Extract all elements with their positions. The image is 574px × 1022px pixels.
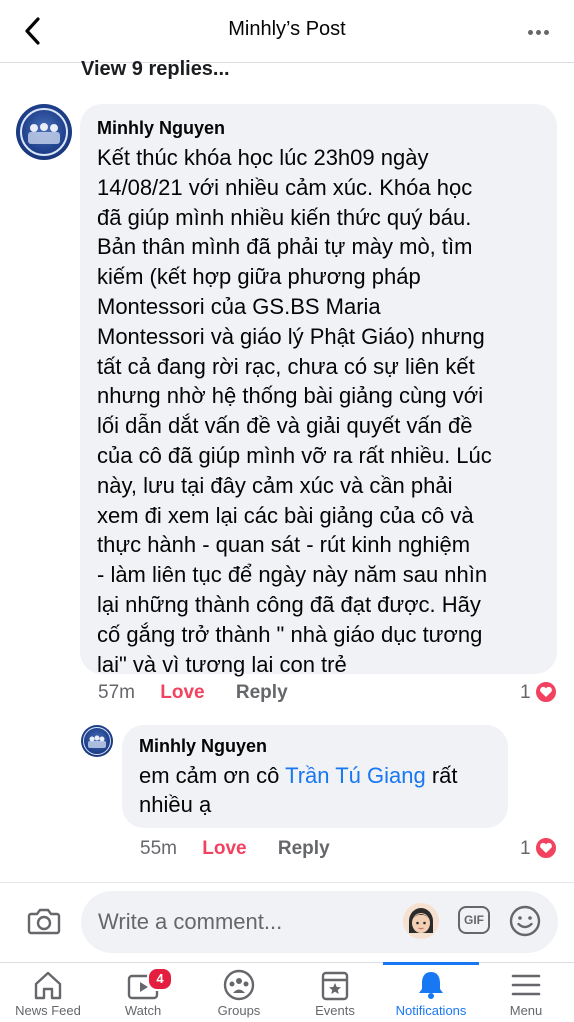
view-replies-link[interactable]: View 9 replies... — [81, 58, 230, 81]
header: Minhly’s Post — [0, 0, 574, 63]
emoji-button[interactable] — [508, 904, 542, 938]
events-icon — [321, 971, 349, 1001]
reply-time: 55m — [140, 838, 177, 859]
avatar-image-icon — [28, 123, 60, 144]
more-options-button[interactable] — [528, 22, 554, 40]
reply-reaction-count[interactable]: 1 — [520, 838, 531, 860]
tab-label: Watch — [124, 1003, 162, 1018]
tab-label: Events — [315, 1003, 355, 1018]
groups-icon — [223, 969, 255, 1001]
comment-bubble: Minhly Nguyen Kết thúc khóa học lúc 23h0… — [80, 104, 557, 677]
comment-author[interactable]: Minhly Nguyen — [97, 118, 543, 139]
tab-news-feed[interactable]: News Feed — [0, 963, 96, 1022]
tab-label: Menu — [509, 1003, 543, 1018]
reply-meta: 55m Love Reply — [140, 838, 330, 860]
menu-icon — [511, 974, 541, 996]
tab-label: News Feed — [15, 1003, 81, 1018]
reply-author[interactable]: Minhly Nguyen — [139, 736, 494, 757]
home-icon — [34, 971, 62, 1000]
tab-label: Notifications — [395, 1003, 467, 1018]
camera-icon — [27, 908, 61, 935]
comment-time: 57m — [98, 682, 135, 703]
tab-label: Groups — [217, 1003, 261, 1018]
heart-reaction-icon — [534, 836, 558, 860]
bell-icon — [419, 972, 443, 999]
bottom-tab-bar: News Feed 4 Watch Groups Events Notifica… — [0, 962, 574, 1022]
reply-avatar[interactable] — [81, 725, 113, 757]
comment-text: Kết thúc khóa học lúc 23h09 ngày 14/08/2… — [97, 145, 492, 677]
watch-badge: 4 — [147, 967, 173, 991]
more-dots-icon — [528, 30, 533, 35]
tab-menu[interactable]: Menu — [478, 963, 574, 1022]
heart-reaction-icon — [534, 680, 558, 704]
tab-watch[interactable]: 4 Watch — [95, 963, 191, 1022]
comment-composer: GIF — [0, 882, 574, 963]
tab-events[interactable]: Events — [287, 963, 383, 1022]
tab-notifications[interactable]: Notifications — [383, 962, 479, 1022]
reaction-count[interactable]: 1 — [520, 682, 531, 704]
camera-button[interactable] — [26, 903, 62, 939]
gif-button[interactable]: GIF — [458, 906, 490, 934]
reply-button[interactable]: Reply — [236, 682, 288, 703]
reply-love-button[interactable]: Love — [202, 838, 246, 859]
reply-text: em cảm ơn cô Trần Tú Giang rất nhiều ạ — [139, 763, 458, 817]
page-title: Minhly’s Post — [228, 18, 346, 40]
comment-meta: 57m Love Reply — [98, 682, 288, 704]
mention-link[interactable]: Trần Tú Giang — [285, 763, 426, 788]
avatar-sticker-icon[interactable] — [403, 903, 439, 939]
love-button[interactable]: Love — [160, 682, 204, 703]
smiley-icon — [509, 905, 541, 937]
avatar-image-icon — [88, 735, 106, 748]
reply-bubble: Minhly Nguyen em cảm ơn cô Trần Tú Giang… — [122, 725, 508, 828]
tab-groups[interactable]: Groups — [191, 963, 287, 1022]
avatar[interactable] — [16, 104, 72, 160]
reply-reply-button[interactable]: Reply — [278, 838, 330, 859]
